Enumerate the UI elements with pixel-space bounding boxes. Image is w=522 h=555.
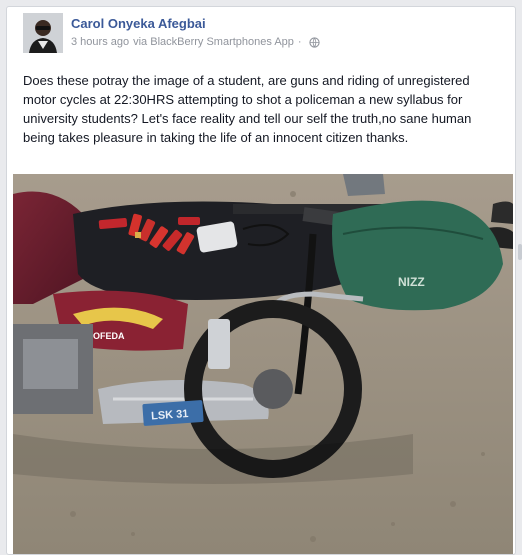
brand-decal: OFEDA [93,331,125,341]
author-name-link[interactable]: Carol Onyeka Afegbai [71,16,206,31]
green-bag [332,200,503,311]
post-text: Does these potray the image of a student… [23,73,472,145]
post-timestamp[interactable]: 3 hours ago [71,36,129,48]
post-card: Carol Onyeka Afegbai 3 hours ago via Bla… [6,6,516,555]
post-meta: 3 hours ago via BlackBerry Smartphones A… [71,36,320,48]
author-avatar[interactable] [23,13,63,53]
bag-print: NIZZ [398,275,425,289]
scrollbar[interactable] [518,244,522,260]
post-source: via BlackBerry Smartphones App [133,36,294,48]
globe-icon[interactable] [308,36,320,48]
avatar-image [23,13,63,53]
post-photo[interactable]: OFEDA NIZZ LSK 31 [13,174,513,554]
meta-separator: · [297,36,302,48]
motorcycle-photo: OFEDA NIZZ LSK 31 [13,174,513,554]
